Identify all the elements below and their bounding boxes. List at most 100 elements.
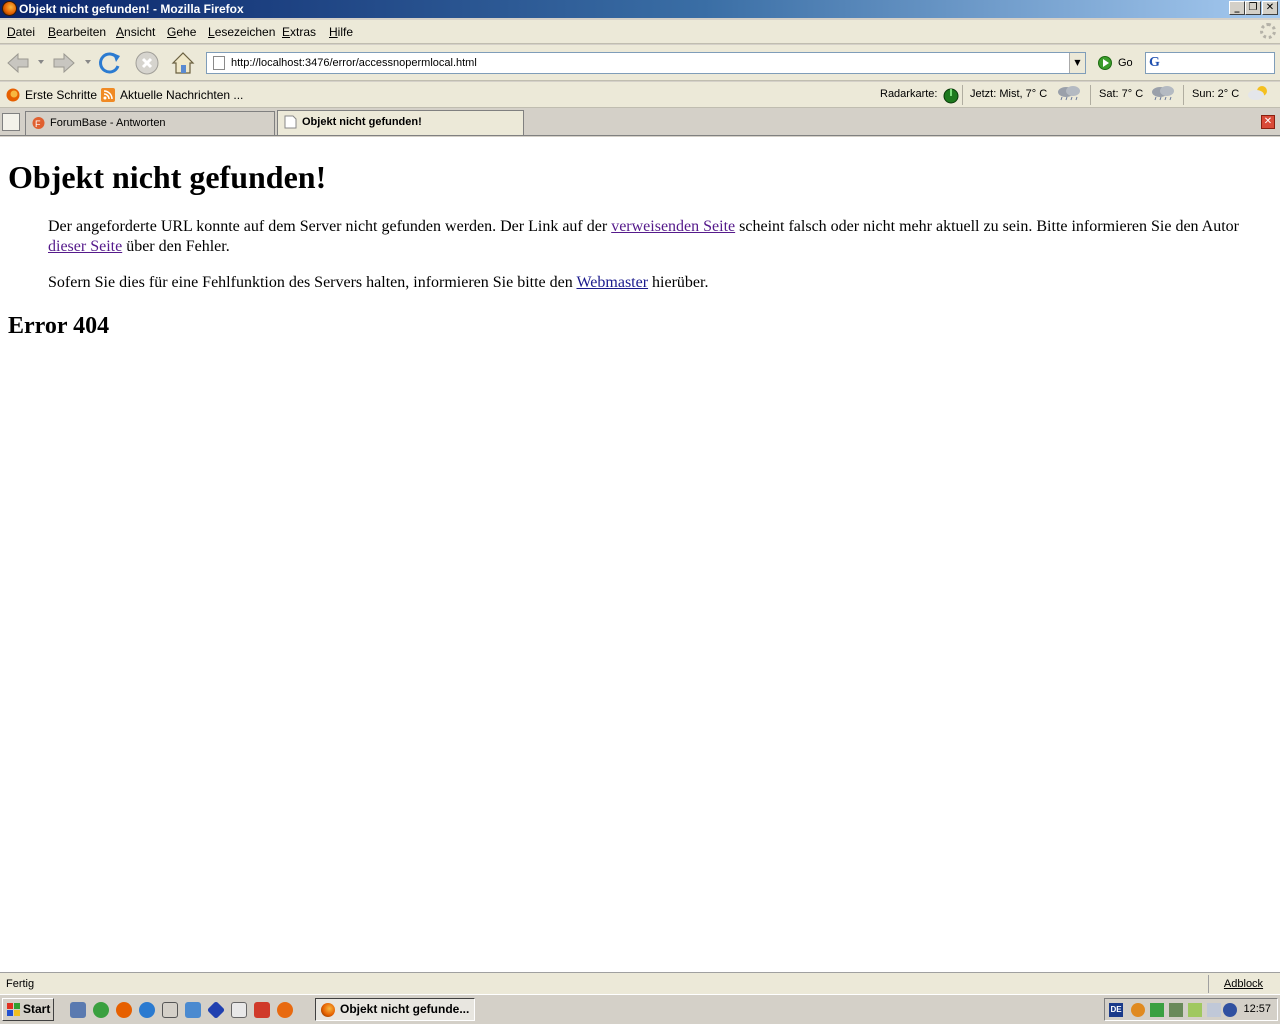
svg-text:F: F <box>35 119 41 129</box>
google-search-engine-icon[interactable]: G <box>1149 55 1167 71</box>
window-titlebar[interactable]: Objekt nicht gefunden! - Mozilla Firefox… <box>0 0 1280 18</box>
tray-info-icon[interactable] <box>1223 1003 1237 1017</box>
status-text: Fertig <box>6 978 35 990</box>
quicklaunch-app3-icon[interactable] <box>277 1002 293 1018</box>
forward-arrow-icon[interactable] <box>51 50 77 76</box>
start-label: Start <box>23 1002 51 1016</box>
bookmark-erste-schritte[interactable]: Erste Schritte <box>6 88 97 102</box>
error-paragraph-2: Sofern Sie dies für eine Fehlfunktion de… <box>48 273 1268 293</box>
new-tab-icon[interactable] <box>2 113 20 131</box>
webmaster-link[interactable]: Webmaster <box>576 274 648 291</box>
weather-now[interactable]: Jetzt: Mist, 7° C <box>970 88 1047 100</box>
tray-shield-icon[interactable] <box>1150 1003 1164 1017</box>
bookmarks-toolbar: Erste Schritte Aktuelle Nachrichten ... … <box>0 82 1280 108</box>
quicklaunch-ie-icon[interactable] <box>139 1002 155 1018</box>
status-bar: Fertig Adblock <box>0 972 1280 994</box>
toolbar-separator <box>1090 85 1091 105</box>
go-arrow-icon <box>1098 56 1112 71</box>
forum-favicon-icon: F <box>32 117 45 129</box>
text: Der angeforderte URL konnte auf dem Serv… <box>48 218 612 235</box>
firefox-icon <box>2 1 17 16</box>
tab-forumbase-antworten[interactable]: F ForumBase - Antworten <box>25 111 275 135</box>
tray-network-icon[interactable] <box>1169 1003 1183 1017</box>
tab-label: Objekt nicht gefunden! <box>302 116 422 128</box>
adblock-button[interactable]: Adblock <box>1208 975 1278 993</box>
quicklaunch-window-icon[interactable] <box>231 1002 247 1018</box>
url-bar[interactable]: ▼ <box>206 52 1086 74</box>
forward-history-dropdown-icon[interactable] <box>85 60 91 64</box>
menu-extras[interactable]: Extras <box>282 25 316 39</box>
referring-page-link[interactable]: verweisenden Seite <box>611 218 735 235</box>
radar-label[interactable]: Radarkarte: <box>880 88 937 100</box>
quicklaunch-calculator-icon[interactable] <box>162 1002 178 1018</box>
menubar: Datei Bearbeiten Ansicht Gehe Lesezeiche… <box>0 20 1280 44</box>
quicklaunch-desktop-icon[interactable] <box>185 1002 201 1018</box>
start-button[interactable]: Start <box>2 998 54 1021</box>
text: über den Fehler. <box>122 238 230 255</box>
menu-hilfe[interactable]: Hilfe <box>329 25 353 39</box>
quicklaunch-info-icon[interactable] <box>93 1002 109 1018</box>
taskbar-clock: 12:57 <box>1243 1003 1271 1015</box>
text: hierüber. <box>648 274 709 291</box>
home-icon[interactable] <box>170 50 196 76</box>
taskbar-firefox-window[interactable]: Objekt nicht gefunde... <box>315 998 475 1021</box>
bookmark-aktuelle-nachrichten[interactable]: Aktuelle Nachrichten ... <box>101 88 243 102</box>
error-paragraph-1: Der angeforderte URL konnte auf dem Serv… <box>48 217 1268 257</box>
page-icon <box>213 56 225 70</box>
navigation-toolbar: ▼ Go G <box>0 45 1280 81</box>
bookmark-label: Erste Schritte <box>25 88 98 102</box>
url-input[interactable] <box>231 55 1071 71</box>
menu-gehe[interactable]: Gehe <box>167 25 196 39</box>
url-dropdown-icon[interactable]: ▼ <box>1069 53 1085 73</box>
quicklaunch-app-icon[interactable] <box>70 1002 86 1018</box>
page-icon <box>284 115 297 129</box>
tab-bar: F ForumBase - Antworten Objekt nicht gef… <box>0 109 1280 136</box>
this-page-link[interactable]: dieser Seite <box>48 238 122 255</box>
page-content: Objekt nicht gefunden! Der angeforderte … <box>0 137 1280 972</box>
windows-logo-icon <box>7 1003 20 1016</box>
tray-volume-icon[interactable] <box>1207 1003 1221 1017</box>
menu-datei[interactable]: Datei <box>7 25 35 39</box>
tab-objekt-nicht-gefunden[interactable]: Objekt nicht gefunden! <box>277 110 524 135</box>
weather-sun[interactable]: Sun: 2° C <box>1192 88 1239 100</box>
weather-sat[interactable]: Sat: 7° C <box>1099 88 1143 100</box>
stop-icon[interactable] <box>134 50 160 76</box>
text: scheint falsch oder nicht mehr aktuell z… <box>735 218 1239 235</box>
rss-feed-icon <box>101 88 115 102</box>
system-tray: DE 12:57 <box>1104 998 1278 1021</box>
throbber-icon <box>1260 23 1276 39</box>
menu-ansicht[interactable]: Ansicht <box>116 25 155 39</box>
error-code: Error 404 <box>8 313 110 339</box>
close-window-button[interactable]: ✕ <box>1262 1 1278 15</box>
window-title: Objekt nicht gefunden! - Mozilla Firefox <box>19 2 244 16</box>
reload-icon[interactable] <box>97 50 123 76</box>
tray-gear-icon[interactable] <box>1131 1003 1145 1017</box>
rain-cloud-icon <box>1152 86 1174 101</box>
maximize-button[interactable]: ❐ <box>1245 1 1261 15</box>
quicklaunch-diamond-icon[interactable] <box>206 1000 226 1020</box>
rain-cloud-icon <box>1058 86 1080 101</box>
tray-battery-icon[interactable] <box>1188 1003 1202 1017</box>
toolbar-separator <box>1183 85 1184 105</box>
close-tab-icon[interactable]: ✕ <box>1261 115 1275 129</box>
text: Sofern Sie dies für eine Fehlfunktion de… <box>48 274 577 291</box>
go-label: Go <box>1118 57 1133 69</box>
quicklaunch-app2-icon[interactable] <box>254 1002 270 1018</box>
quicklaunch-firefox-icon[interactable] <box>116 1002 132 1018</box>
page-heading: Objekt nicht gefunden! <box>8 159 327 195</box>
menu-bearbeiten[interactable]: Bearbeiten <box>48 25 106 39</box>
menu-lesezeichen[interactable]: Lesezeichen <box>208 25 275 39</box>
sun-cloud-icon <box>1248 86 1267 100</box>
back-history-dropdown-icon[interactable] <box>38 60 44 64</box>
go-button[interactable]: Go <box>1098 55 1133 71</box>
bookmark-label: Aktuelle Nachrichten ... <box>120 88 244 102</box>
back-arrow-icon[interactable] <box>5 50 31 76</box>
task-label: Objekt nicht gefunde... <box>340 1002 470 1016</box>
language-indicator[interactable]: DE <box>1109 1003 1123 1017</box>
tab-label: ForumBase - Antworten <box>50 117 166 129</box>
firefox-icon <box>321 1003 335 1017</box>
radar-icon[interactable] <box>943 88 959 104</box>
search-box[interactable]: G <box>1145 52 1275 74</box>
toolbar-separator <box>962 85 963 105</box>
minimize-button[interactable]: _ <box>1229 1 1245 15</box>
